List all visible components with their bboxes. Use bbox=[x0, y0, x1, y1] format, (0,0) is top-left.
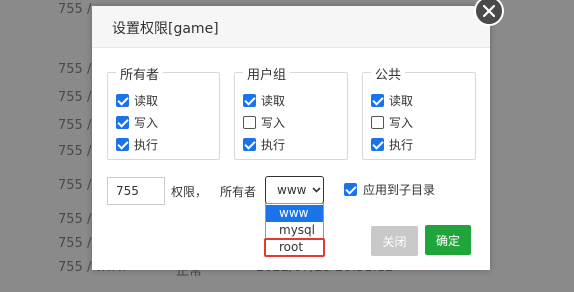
owner-select-value: www bbox=[277, 183, 307, 197]
close-button[interactable]: 关闭 bbox=[371, 226, 418, 256]
apply-subdir-label: 应用到子目录 bbox=[363, 182, 436, 197]
checkbox-checked-icon bbox=[243, 137, 256, 151]
dropdown-option-mysql[interactable]: mysql bbox=[266, 222, 323, 239]
checkbox-checked-icon bbox=[344, 182, 357, 196]
permission-owner-cell: 755 / bbox=[58, 178, 92, 193]
public-read-checkbox[interactable]: 读取 bbox=[371, 91, 413, 109]
owner-permission-group: 所有者 读取 写入 执行 bbox=[107, 64, 220, 160]
dropdown-option-root[interactable]: root bbox=[264, 238, 325, 257]
group-execute-checkbox[interactable]: 执行 bbox=[243, 135, 285, 153]
owner-read-checkbox[interactable]: 读取 bbox=[116, 91, 158, 109]
owner-write-checkbox[interactable]: 写入 bbox=[116, 113, 158, 131]
checkbox-unchecked-icon bbox=[371, 115, 384, 129]
checkbox-checked-icon bbox=[243, 93, 256, 107]
group-write-checkbox[interactable]: 写入 bbox=[243, 113, 285, 131]
checkbox-checked-icon bbox=[371, 93, 384, 107]
dialog-header: 设置权限[game] bbox=[92, 6, 490, 48]
confirm-button[interactable]: 确定 bbox=[425, 225, 471, 255]
checkbox-checked-icon bbox=[116, 137, 129, 151]
permission-owner-cell: 755 / bbox=[58, 212, 92, 227]
checkbox-label: 执行 bbox=[261, 137, 286, 152]
owner-dropdown-list: www mysql root bbox=[264, 203, 325, 257]
checkbox-label: 读取 bbox=[389, 93, 414, 108]
permission-owner-cell: 755 / bbox=[58, 62, 92, 77]
permission-owner-cell: 755 / bbox=[58, 2, 92, 17]
checkbox-label: 写入 bbox=[261, 115, 286, 130]
checkbox-checked-icon bbox=[116, 93, 129, 107]
checkbox-checked-icon bbox=[116, 115, 129, 129]
owner-execute-checkbox[interactable]: 执行 bbox=[116, 135, 158, 153]
permission-value-input[interactable]: 755 bbox=[107, 177, 165, 205]
group-legend: 用户组 bbox=[243, 64, 291, 83]
permission-owner-cell: 755 / bbox=[58, 118, 92, 133]
permission-owner-cell: 755 / bbox=[58, 144, 92, 159]
permission-owner-cell: 755 / bbox=[58, 90, 92, 105]
close-icon bbox=[483, 5, 495, 17]
group-read-checkbox[interactable]: 读取 bbox=[243, 91, 285, 109]
checkbox-unchecked-icon bbox=[243, 115, 256, 129]
checkbox-label: 执行 bbox=[389, 137, 414, 152]
dropdown-option-www[interactable]: www bbox=[266, 205, 323, 222]
checkbox-label: 读取 bbox=[134, 93, 159, 108]
permission-owner-cell: 755 / bbox=[58, 236, 92, 251]
owner-select[interactable]: www bbox=[265, 176, 324, 204]
checkbox-label: 执行 bbox=[134, 137, 159, 152]
group-permission-group: 用户组 读取 写入 执行 bbox=[234, 64, 348, 160]
group-legend: 所有者 bbox=[116, 64, 164, 83]
chevron-down-icon bbox=[312, 187, 321, 193]
permission-label: 权限， bbox=[171, 185, 208, 199]
owner-label: 所有者 bbox=[220, 185, 257, 199]
public-permission-group: 公共 读取 写入 执行 bbox=[362, 64, 476, 160]
checkbox-label: 读取 bbox=[261, 93, 286, 108]
group-legend: 公共 bbox=[371, 64, 406, 83]
dialog-title: 设置权限[game] bbox=[112, 21, 219, 37]
public-execute-checkbox[interactable]: 执行 bbox=[371, 135, 413, 153]
apply-subdir-checkbox[interactable]: 应用到子目录 bbox=[344, 181, 435, 197]
checkbox-label: 写入 bbox=[389, 115, 414, 130]
checkbox-label: 写入 bbox=[134, 115, 159, 130]
public-write-checkbox[interactable]: 写入 bbox=[371, 113, 413, 131]
checkbox-checked-icon bbox=[371, 137, 384, 151]
